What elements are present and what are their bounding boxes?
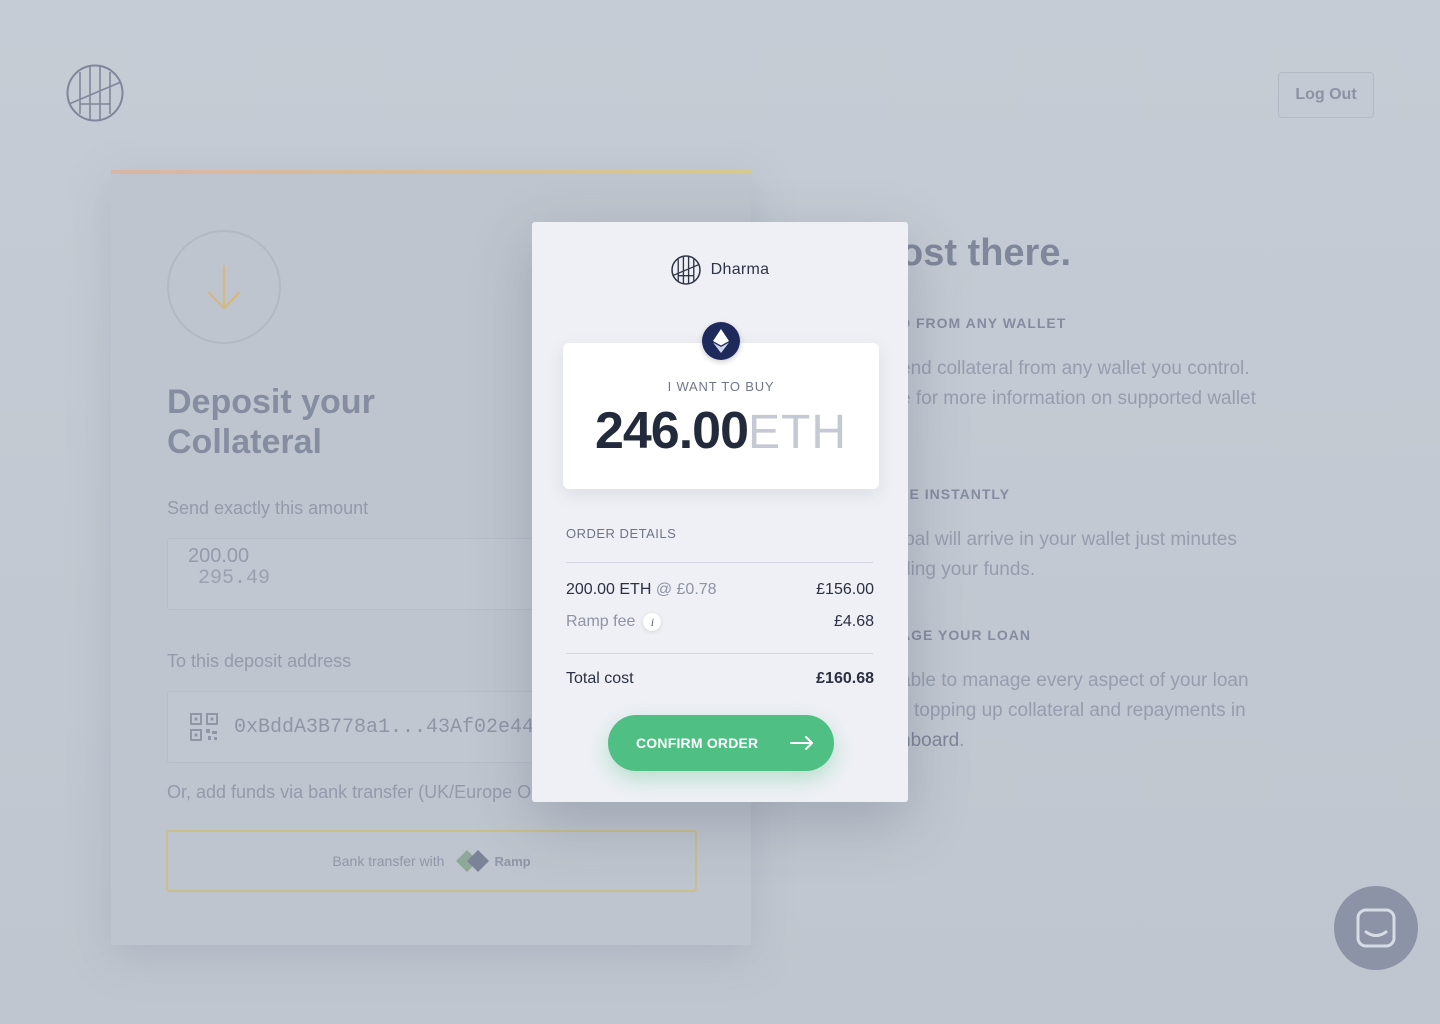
deposit-address-field[interactable]: 0xBddA3B778a1...43Af02e44 (167, 691, 587, 763)
buy-amount-unit: ETH (748, 406, 848, 459)
info-heading-2: LE INSTANTLY (900, 486, 1011, 502)
fee-row-left: Ramp fee i (566, 613, 662, 631)
amount-label: Send exactly this amount (167, 498, 369, 518)
modal-brand-name: Dharma (710, 261, 770, 278)
order-details-title: ORDER DETAILS (566, 526, 677, 541)
dharma-logo-icon[interactable] (66, 64, 124, 122)
info-text-1-line2: e for more information on supported wall… (900, 388, 1256, 409)
info-title: ost there. (900, 232, 1072, 274)
ramp-logo-icon (456, 850, 490, 872)
page-background: Log Out Deposit your Collateral Send exa… (0, 0, 1440, 1024)
info-panel: ost there. D FROM ANY WALLET end collate… (900, 0, 1440, 1024)
info-text-2-line1: ipal will arrive in your wallet just min… (900, 529, 1237, 550)
ethereum-icon (702, 322, 740, 360)
divider (566, 653, 873, 654)
confirm-order-label: CONFIRM ORDER (636, 735, 759, 751)
deposit-title-line1: Deposit your (167, 383, 375, 421)
buy-amount-value: 246.00 (594, 402, 749, 460)
ramp-brand: Ramp (494, 853, 531, 869)
info-heading-3: AGE YOUR LOAN (900, 627, 1031, 643)
buy-amount[interactable]: 246.00ETH (563, 401, 879, 461)
rate-price: @ £0.78 (655, 581, 717, 598)
deposit-address: 0xBddA3B778a1...43Af02e44 (234, 716, 535, 739)
bank-transfer-hint: Or, add funds via bank transfer (UK/Euro… (167, 782, 542, 802)
amount-field[interactable]: 200.00 295.49 (167, 538, 587, 610)
buy-label: I WANT TO BUY (667, 379, 775, 394)
buy-amount-card: I WANT TO BUY 246.00ETH (563, 343, 879, 489)
arrow-right-icon (790, 736, 813, 750)
rate-amount: 200.00 ETH (566, 581, 652, 598)
rate-row: 200.00 ETH @ £0.78 £156.00 (566, 581, 874, 599)
rate-row-total: £156.00 (816, 581, 874, 598)
qr-code-icon[interactable] (190, 713, 218, 741)
arrow-down-icon (207, 264, 241, 310)
divider (566, 562, 873, 563)
amount-value: 200.00 (188, 545, 250, 567)
confirm-order-button[interactable]: CONFIRM ORDER (608, 715, 834, 771)
total-label: Total cost (566, 670, 634, 687)
fee-value: £4.68 (833, 613, 874, 630)
info-heading-1: D FROM ANY WALLET (900, 315, 1067, 331)
chat-launcher-button[interactable] (1334, 886, 1418, 970)
ramp-logo: Ramp (454, 848, 531, 874)
amount-value-secondary: 295.49 (198, 567, 271, 590)
modal-brand: Dharma (532, 255, 908, 285)
info-text-3-line1: able to manage every aspect of your loan (900, 670, 1249, 691)
rate-row-left: 200.00 ETH @ £0.78 (566, 581, 717, 599)
info-text-3: able to manage every aspect of your loan… (900, 666, 1310, 756)
dharma-logo-icon (670, 255, 701, 285)
info-text-1-line1: end collateral from any wallet you contr… (900, 358, 1250, 379)
fee-row: Ramp fee i £4.68 (566, 613, 874, 631)
address-label: To this deposit address (167, 651, 352, 671)
bank-transfer-label: Bank transfer with (332, 853, 445, 869)
total-row: Total cost £160.68 (566, 670, 874, 688)
info-icon[interactable]: i (643, 613, 662, 631)
bank-transfer-button[interactable]: Bank transfer with Ramp (166, 830, 697, 892)
deposit-title-line2: Collateral (167, 423, 322, 461)
fee-label: Ramp fee (566, 613, 636, 631)
info-text-1: end collateral from any wallet you contr… (900, 354, 1310, 414)
dashboard-link[interactable]: nboard (900, 730, 959, 751)
total-value: £160.68 (816, 670, 874, 687)
deposit-title: Deposit your Collateral (167, 382, 375, 462)
info-text-2: ipal will arrive in your wallet just min… (900, 525, 1310, 585)
info-text-3-tail: . (959, 730, 965, 751)
info-text-3-line2: topping up collateral and repayments in (914, 700, 1246, 721)
deposit-indicator (167, 230, 281, 344)
info-text-2-line2: ding your funds. (900, 559, 1036, 580)
order-modal: Dharma I WANT TO BUY 246.00ETH ORDER DET… (532, 222, 908, 802)
card-accent-bar (111, 170, 751, 174)
chat-icon (1356, 908, 1396, 948)
